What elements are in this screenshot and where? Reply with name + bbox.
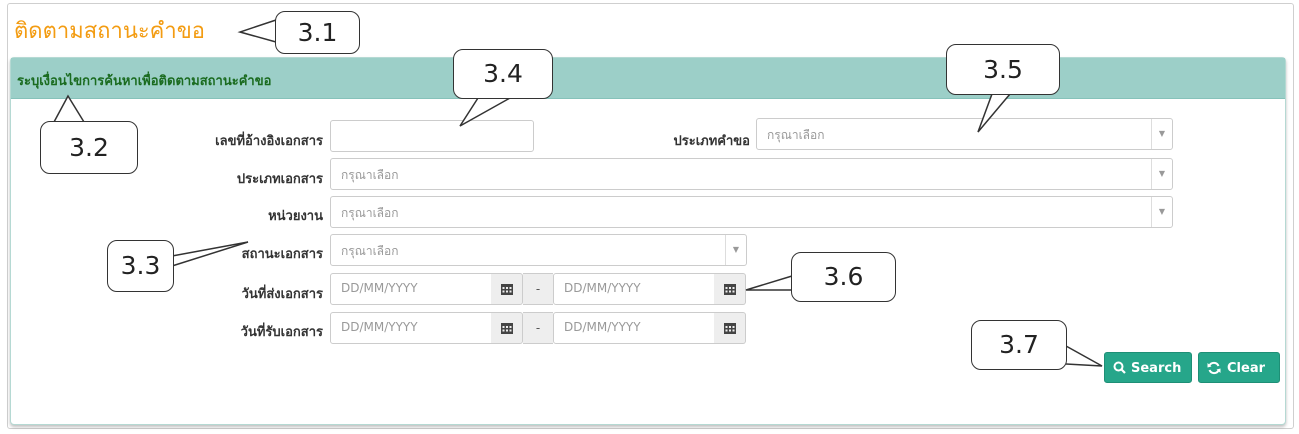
callout-3-4: 3.4 xyxy=(453,49,553,99)
callout-3-1: 3.1 xyxy=(275,11,360,54)
callout-3-5: 3.5 xyxy=(946,44,1060,95)
callout-3-6: 3.6 xyxy=(791,252,896,302)
callout-3-2: 3.2 xyxy=(40,121,138,174)
callout-pointers xyxy=(53,19,1103,367)
callout-3-7: 3.7 xyxy=(971,320,1067,370)
callout-3-3: 3.3 xyxy=(107,240,174,292)
